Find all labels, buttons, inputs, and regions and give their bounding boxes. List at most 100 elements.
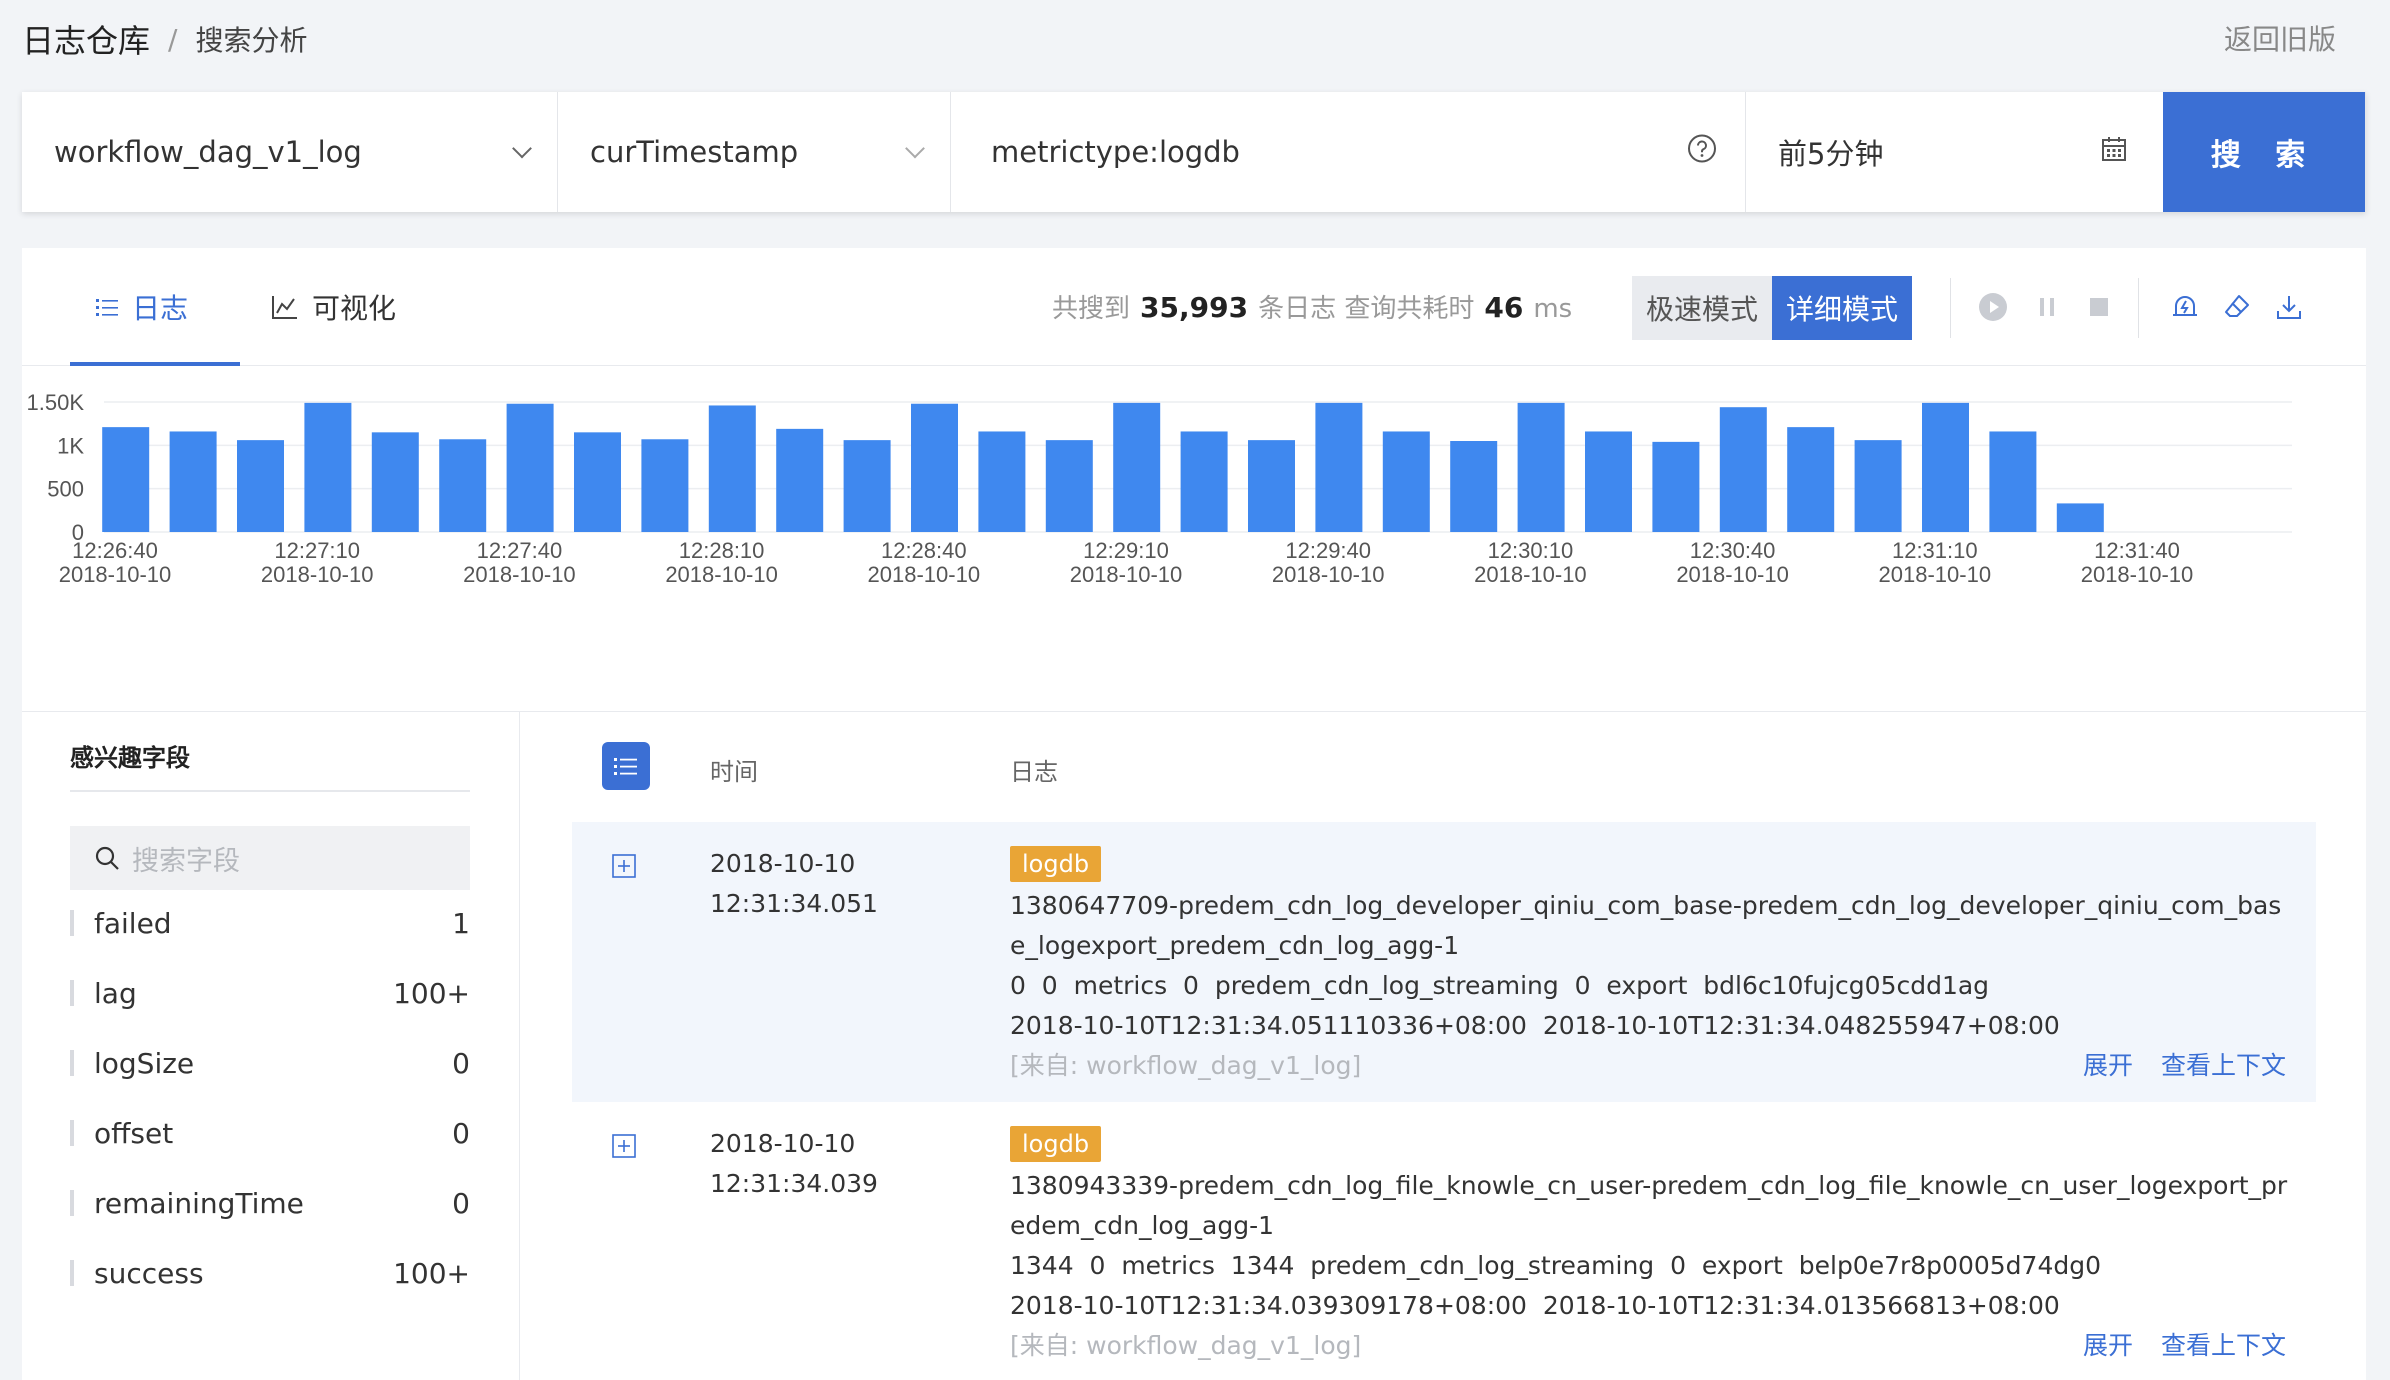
histogram-bar[interactable] — [641, 439, 689, 532]
result-count: 35,993 — [1140, 291, 1249, 324]
divider — [1950, 278, 1951, 338]
log-list: 时间 日志 2018-10-10 12:31:34.051 logdb 1380… — [572, 712, 2366, 1380]
field-item[interactable]: success 100+ — [70, 1250, 470, 1296]
histogram-bar[interactable] — [169, 431, 217, 532]
tab-visualization[interactable]: 可视化 — [272, 248, 396, 366]
x-tick-time-label: 12:27:40 — [477, 538, 563, 563]
help-icon[interactable] — [1687, 134, 1717, 171]
time-range-value: 前5分钟 — [1778, 137, 1884, 171]
field-count: 1 — [452, 906, 470, 940]
search-button[interactable]: 搜 索 — [2163, 92, 2366, 212]
field-item[interactable]: failed 1 — [70, 900, 470, 946]
time-field-value: curTimestamp — [590, 135, 799, 169]
log-timestamp: 2018-10-10 12:31:34.039 — [710, 1124, 878, 1204]
histogram-bar[interactable] — [1450, 441, 1498, 532]
x-tick-date-label: 2018-10-10 — [868, 562, 981, 587]
fields-title: 感兴趣字段 — [70, 744, 190, 772]
log-entry: 2018-10-10 12:31:34.039 logdb 1380943339… — [572, 1102, 2316, 1380]
download-icon[interactable] — [2272, 290, 2306, 324]
field-marker — [70, 1120, 74, 1146]
histogram-bar[interactable] — [1248, 440, 1295, 532]
x-tick-date-label: 2018-10-10 — [1070, 562, 1183, 587]
histogram-bar[interactable] — [1517, 402, 1565, 532]
histogram-bar[interactable] — [1585, 431, 1632, 532]
field-name: logSize — [94, 1046, 195, 1080]
histogram-bar[interactable] — [1922, 402, 1969, 532]
alert-icon[interactable] — [2168, 290, 2202, 324]
tabs-toolbar: 日志 可视化 共搜到 35,993 条日志 查询共耗时 46 ms 极速模式 详… — [22, 248, 2366, 366]
repo-select[interactable]: workflow_dag_v1_log — [22, 92, 558, 212]
histogram-bar[interactable] — [1315, 402, 1363, 532]
tab-logs[interactable]: 日志 — [70, 248, 240, 366]
histogram-bar[interactable] — [1180, 431, 1228, 532]
list-view-button[interactable] — [602, 742, 650, 790]
histogram-bar[interactable] — [102, 427, 150, 532]
field-name: remainingTime — [94, 1186, 304, 1220]
x-tick-time-label: 12:26:40 — [72, 538, 158, 563]
log-date: 2018-10-10 — [710, 849, 856, 878]
x-tick-time-label: 12:27:10 — [274, 538, 360, 563]
log-tag: logdb — [1010, 1126, 1102, 1162]
view-context-link[interactable]: 查看上下文 — [2161, 1326, 2286, 1362]
histogram-bar[interactable] — [978, 431, 1026, 532]
histogram-bar[interactable] — [574, 432, 621, 532]
histogram-chart: 1.50K 1K 500 0 12:26:40 2018-10-10 12:27:10 201… — [22, 366, 2366, 712]
histogram-bar[interactable] — [304, 402, 352, 532]
x-tick-time-label: 12:30:40 — [1690, 538, 1776, 563]
pause-icon[interactable] — [2030, 290, 2064, 324]
play-icon[interactable] — [1976, 290, 2010, 324]
histogram-bar[interactable] — [776, 428, 824, 532]
eraser-icon[interactable] — [2220, 290, 2254, 324]
breadcrumb-root[interactable]: 日志仓库 — [22, 16, 150, 62]
histogram-bar[interactable] — [1045, 440, 1093, 532]
expand-link[interactable]: 展开 — [2083, 1046, 2133, 1082]
log-actions: 展开 查看上下文 — [2083, 1046, 2286, 1082]
histogram-bar[interactable] — [237, 440, 284, 532]
histogram-bar[interactable] — [708, 405, 756, 532]
histogram-bar[interactable] — [843, 440, 891, 532]
histogram-bar[interactable] — [439, 439, 487, 532]
back-to-old-version-link[interactable]: 返回旧版 — [2224, 18, 2336, 58]
field-item[interactable]: lag 100+ — [70, 970, 470, 1016]
field-search-input[interactable]: 搜索字段 — [70, 826, 470, 890]
histogram-bar[interactable] — [1113, 402, 1161, 532]
query-input[interactable]: metrictype:logdb — [951, 92, 1746, 212]
detail-mode-button[interactable]: 详细模式 — [1772, 276, 1913, 340]
x-tick-date-label: 2018-10-10 — [1272, 562, 1385, 587]
histogram-bar[interactable] — [1382, 431, 1430, 532]
stats-middle: 条日志 查询共耗时 — [1258, 294, 1475, 324]
expand-link[interactable]: 展开 — [2083, 1326, 2133, 1362]
histogram-bar[interactable] — [371, 432, 419, 532]
x-tick-date-label: 2018-10-10 — [665, 562, 778, 587]
histogram-bar[interactable] — [1719, 407, 1767, 532]
histogram-bar[interactable] — [506, 403, 554, 532]
histogram-bar[interactable] — [1989, 431, 2037, 532]
log-time: 12:31:34.051 — [710, 889, 878, 918]
fields-sidebar: 感兴趣字段 搜索字段 failed 1 lag 100+ logSize 0 offset 0… — [22, 712, 520, 1380]
expand-plus-icon[interactable] — [612, 1134, 636, 1162]
breadcrumb-separator: / — [168, 22, 178, 56]
histogram-bar[interactable] — [911, 403, 958, 532]
log-date: 2018-10-10 — [710, 1129, 856, 1158]
field-item[interactable]: logSize 0 — [70, 1040, 470, 1086]
x-tick-date-label: 2018-10-10 — [2081, 562, 2194, 587]
stop-icon[interactable] — [2082, 290, 2116, 324]
field-item[interactable]: remainingTime 0 — [70, 1180, 470, 1226]
log-line: 1380647709-predem_cdn_log_developer_qini… — [1010, 891, 2282, 960]
histogram-bar[interactable] — [2056, 503, 2104, 532]
time-range-picker[interactable]: 前5分钟 — [1746, 92, 2163, 212]
expand-plus-icon[interactable] — [612, 854, 636, 882]
x-tick-date-label: 2018-10-10 — [1676, 562, 1789, 587]
x-tick-time-label: 12:28:40 — [881, 538, 967, 563]
field-count: 0 — [452, 1046, 470, 1080]
field-item[interactable]: offset 0 — [70, 1110, 470, 1156]
x-tick-time-label: 12:29:10 — [1083, 538, 1169, 563]
histogram-bar[interactable] — [1652, 441, 1700, 532]
log-timestamp: 2018-10-10 12:31:34.051 — [710, 844, 878, 924]
time-field-select[interactable]: curTimestamp — [558, 92, 951, 212]
view-context-link[interactable]: 查看上下文 — [2161, 1046, 2286, 1082]
fast-mode-button[interactable]: 极速模式 — [1632, 276, 1773, 340]
field-count: 0 — [452, 1116, 470, 1150]
histogram-bar[interactable] — [1787, 427, 1835, 532]
histogram-bar[interactable] — [1854, 440, 1902, 532]
